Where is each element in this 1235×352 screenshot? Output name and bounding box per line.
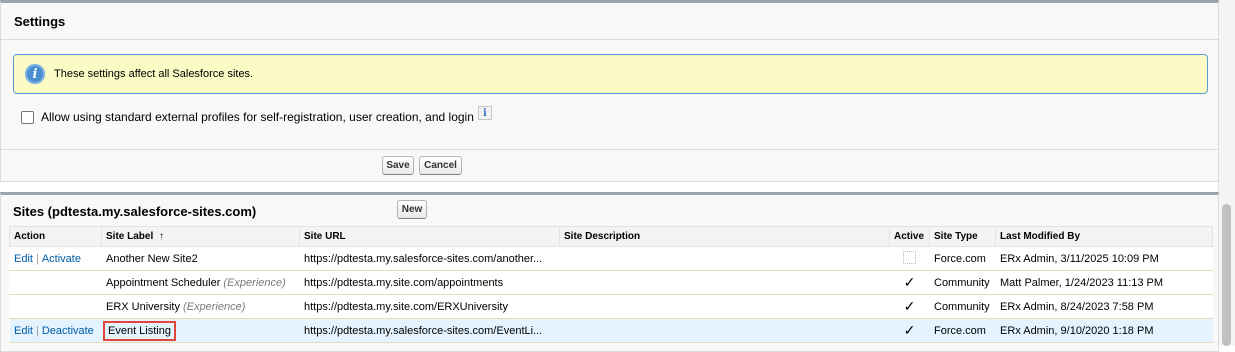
site-tag: (Experience) (223, 276, 286, 289)
site-label[interactable]: Another New Site2 (106, 253, 198, 265)
col-site-type[interactable]: Site Type (929, 226, 996, 247)
action-cell (9, 294, 102, 319)
table-header-row: Action Site Label ↑ Site URL Site Descri… (9, 226, 1213, 247)
col-site-description[interactable]: Site Description (559, 226, 890, 247)
site-url-cell[interactable]: https://pdtesta.my.site.com/appointments (299, 270, 560, 295)
last-modified-cell: ERx Admin, 9/10/2020 1:18 PM (995, 318, 1213, 343)
last-modified-cell: ERx Admin, 3/11/2025 10:09 PM (995, 246, 1213, 271)
site-tag: (Experience) (183, 300, 246, 313)
site-url-cell[interactable]: https://pdtesta.my.salesforce-sites.com/… (299, 246, 560, 271)
site-label-cell: Event Listing (101, 318, 300, 343)
col-site-label[interactable]: Site Label ↑ (101, 226, 300, 247)
sites-table: Action Site Label ↑ Site URL Site Descri… (9, 226, 1213, 343)
inactive-checkbox-icon (903, 250, 916, 264)
site-label-cell: Appointment Scheduler (Experience) (101, 270, 300, 295)
scrollbar-thumb[interactable] (1222, 204, 1231, 346)
active-cell (889, 246, 930, 271)
edit-link[interactable]: Edit (14, 253, 33, 265)
settings-header: Settings (1, 3, 1218, 40)
button-bar-divider (1, 149, 1218, 150)
active-cell: ✓ (889, 294, 930, 319)
external-profiles-label: Allow using standard external profiles f… (41, 110, 474, 124)
site-label-highlighted[interactable]: Event Listing (103, 320, 176, 341)
cancel-button[interactable]: Cancel (419, 156, 462, 175)
save-button[interactable]: Save (382, 156, 414, 175)
action-cell: Edit | Activate (9, 246, 102, 271)
table-row: Edit | Activate Another New Site2 https://… (9, 246, 1213, 271)
action-separator: | (35, 324, 39, 337)
active-cell: ✓ (889, 318, 930, 343)
site-label-cell: ERX University (Experience) (101, 294, 300, 319)
info-text: These settings affect all Salesforce sit… (54, 68, 254, 80)
last-modified-cell: ERx Admin, 8/24/2023 7:58 PM (995, 294, 1213, 319)
sites-panel: Sites (pdtesta.my.salesforce-sites.com) … (0, 192, 1219, 352)
action-separator: | (35, 252, 39, 265)
site-description-cell (559, 246, 890, 271)
site-label[interactable]: ERX University (106, 301, 180, 313)
table-row: ERX University (Experience) https://pdte… (9, 294, 1213, 319)
col-last-modified-by[interactable]: Last Modified By (995, 226, 1213, 247)
sites-title: Sites (pdtesta.my.salesforce-sites.com) (13, 204, 257, 219)
site-label-cell: Another New Site2 (101, 246, 300, 271)
edit-link[interactable]: Edit (14, 325, 33, 337)
table-row: Appointment Scheduler (Experience) https… (9, 270, 1213, 295)
settings-panel: Settings i These settings affect all Sal… (0, 0, 1219, 182)
col-site-url[interactable]: Site URL (299, 226, 560, 247)
site-description-cell (559, 294, 890, 319)
external-profiles-option: Allow using standard external profiles f… (21, 106, 492, 124)
checkmark-icon: ✓ (903, 274, 916, 290)
last-modified-cell: Matt Palmer, 1/24/2023 11:13 PM (995, 270, 1213, 295)
settings-title: Settings (14, 13, 66, 29)
site-url-cell[interactable]: https://pdtesta.my.salesforce-sites.com/… (299, 318, 560, 343)
site-type-cell: Force.com (929, 246, 996, 271)
active-cell: ✓ (889, 270, 930, 295)
external-profiles-checkbox[interactable] (21, 110, 34, 124)
help-info-icon[interactable]: i (477, 106, 492, 120)
site-label[interactable]: Appointment Scheduler (106, 277, 220, 289)
action-cell: Edit | Deactivate (9, 318, 102, 343)
vertical-scrollbar[interactable] (1218, 0, 1235, 346)
site-description-cell (559, 318, 890, 343)
col-site-label-text: Site Label (106, 231, 154, 242)
info-message: i These settings affect all Salesforce s… (13, 54, 1208, 94)
info-icon: i (25, 64, 45, 84)
activate-link[interactable]: Activate (42, 253, 81, 265)
new-site-button[interactable]: New (397, 200, 427, 219)
site-description-cell (559, 270, 890, 295)
site-type-cell: Force.com (929, 318, 996, 343)
site-type-cell: Community (929, 294, 996, 319)
action-cell (9, 270, 102, 295)
checkmark-icon: ✓ (903, 322, 916, 338)
site-url-cell[interactable]: https://pdtesta.my.site.com/ERXUniversit… (299, 294, 560, 319)
table-row-selected: Edit | Deactivate Event Listing https://pd… (9, 318, 1213, 343)
site-type-cell: Community (929, 270, 996, 295)
checkmark-icon: ✓ (903, 298, 916, 314)
col-action: Action (9, 226, 102, 247)
col-active[interactable]: Active (889, 226, 930, 247)
deactivate-link[interactable]: Deactivate (42, 325, 94, 337)
sort-ascending-icon: ↑ (159, 231, 165, 242)
